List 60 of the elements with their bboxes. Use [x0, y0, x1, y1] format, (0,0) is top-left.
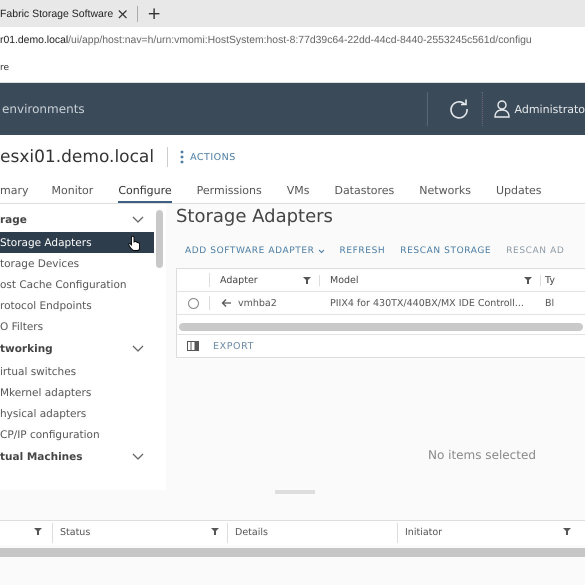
column-header[interactable]: Adapter [220, 274, 258, 286]
sidebar-group-header[interactable]: rage [0, 208, 154, 232]
caret-icon [318, 248, 325, 254]
new-tab-button[interactable]: + [147, 4, 162, 24]
scrollbar[interactable] [0, 548, 585, 557]
tab[interactable]: Datastores [334, 179, 394, 203]
column-header[interactable]: Status [60, 527, 90, 538]
filter-icon[interactable] [563, 527, 571, 535]
column-header[interactable]: Ty [545, 274, 555, 286]
tab[interactable]: mary [0, 179, 28, 203]
browser-tab[interactable]: Fabric Storage Software × [0, 0, 133, 27]
empty-message: No items selected [428, 448, 537, 462]
export-button[interactable]: EXPORT [213, 340, 254, 352]
sidebar-item[interactable]: CP/IP configuration [0, 424, 154, 445]
toolbar-button[interactable]: REFRESH [340, 246, 386, 256]
radio-button[interactable] [188, 298, 198, 308]
sidebar-item[interactable]: O Filters [0, 316, 154, 337]
table-cell: vmhba2 [238, 298, 277, 308]
tab[interactable]: Updates [496, 179, 542, 203]
filter-icon[interactable] [524, 276, 532, 284]
scrollbar[interactable] [156, 210, 163, 268]
app-title: environments [1, 102, 86, 116]
filter-icon[interactable] [34, 527, 42, 535]
address-field[interactable]: r01.demo.local/ui/app/host:nav=h/urn:vmomi:HostSystem:host-8:77d39c64-22dd-44cd-8440-2553245c561d/configu [0, 34, 532, 46]
tab[interactable]: VMs [286, 179, 310, 203]
column-header[interactable]: Details [235, 527, 268, 538]
sidebar-group-header[interactable]: tual Machines [0, 445, 154, 469]
sidebar-group-header[interactable]: tworking [0, 337, 154, 361]
adapter-icon [220, 298, 232, 308]
page-title: Storage Adapters [176, 206, 334, 229]
columns-icon[interactable] [187, 341, 199, 351]
tab[interactable]: Monitor [52, 179, 94, 203]
more-icon [180, 150, 184, 164]
bookmark-link[interactable]: re [0, 62, 10, 72]
actions-menu[interactable]: ACTIONS [180, 150, 236, 164]
sidebar-item[interactable]: torage Devices [0, 253, 154, 274]
hand-cursor-icon [128, 235, 140, 251]
toolbar-button[interactable]: RESCAN STORAGE [400, 246, 492, 256]
tab[interactable]: Permissions [196, 179, 262, 203]
tab[interactable]: Networks [419, 179, 471, 203]
host-title: esxi01.demo.local [0, 147, 154, 167]
user-menu[interactable]: Administrato [494, 100, 585, 118]
column-header[interactable]: Initiator [405, 527, 442, 538]
sidebar-item[interactable]: hysical adapters [0, 403, 154, 424]
table-cell: Bl [545, 298, 554, 308]
tab-title: Fabric Storage Software [0, 8, 114, 20]
sidebar-item[interactable]: Storage Adapters [0, 232, 154, 253]
table-cell: PIIX4 for 430TX/440BX/MX IDE Controll... [330, 298, 524, 308]
filter-icon[interactable] [303, 276, 311, 284]
sidebar-item[interactable]: ost Cache Configuration [0, 274, 154, 295]
scrollbar[interactable] [179, 323, 583, 331]
user-icon [494, 100, 510, 118]
close-button[interactable]: × [116, 4, 129, 22]
column-header[interactable]: Model [330, 274, 359, 286]
sidebar-item[interactable]: irtual switches [0, 361, 154, 382]
dropdown-button[interactable]: ADD SOFTWARE ADAPTER [185, 246, 325, 256]
refresh-icon[interactable] [448, 98, 470, 120]
sidebar-item[interactable]: Mkernel adapters [0, 382, 154, 403]
sidebar-item[interactable]: rotocol Endpoints [0, 295, 154, 316]
filter-icon[interactable] [211, 527, 219, 535]
